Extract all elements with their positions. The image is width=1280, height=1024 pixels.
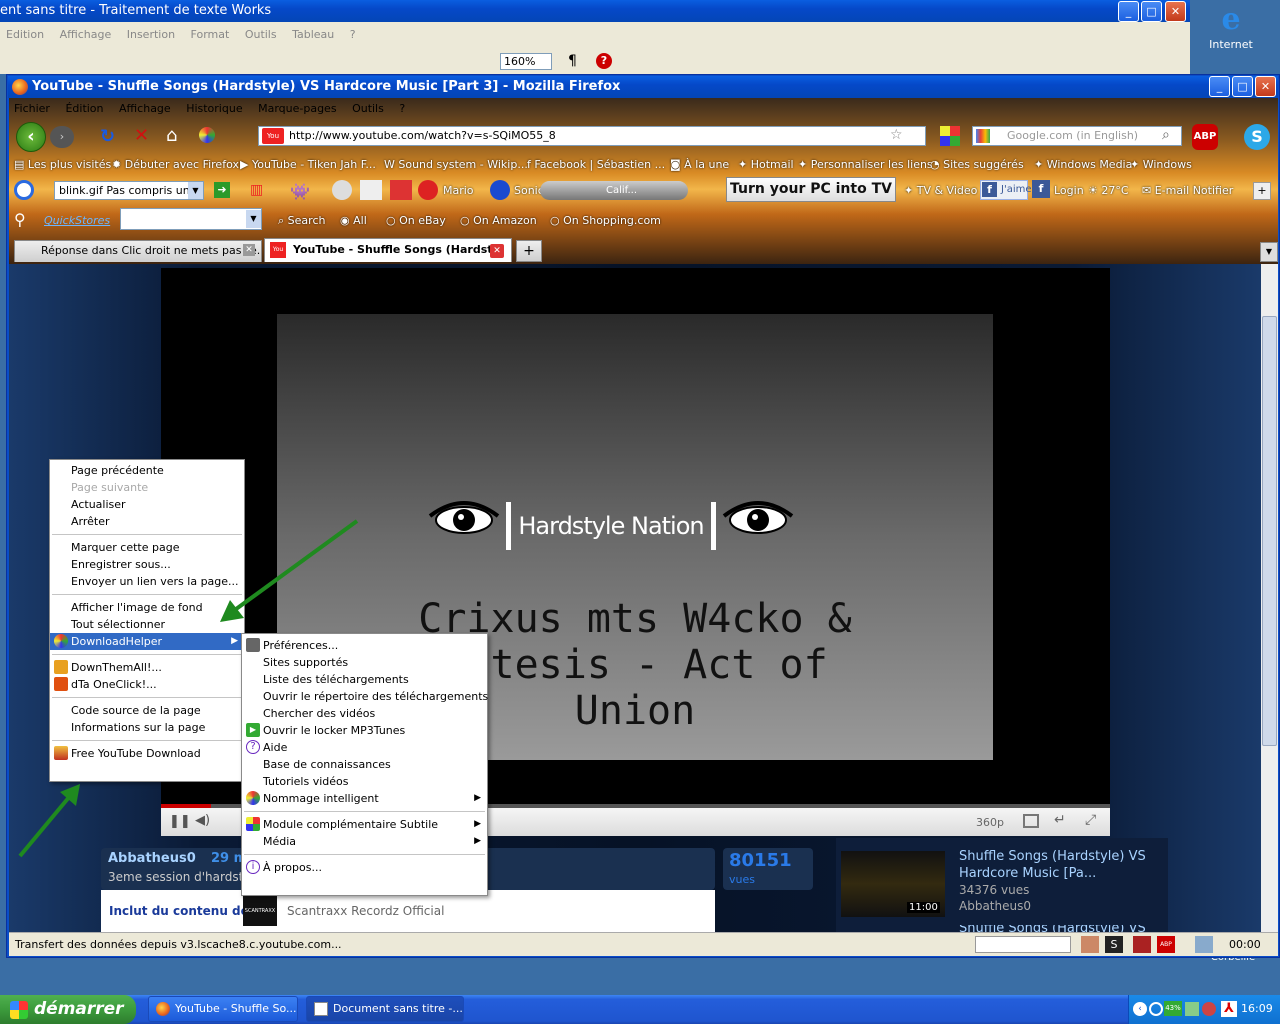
start-label: démarrer [34,999,124,1019]
works-taskbar-icon [314,1002,328,1016]
windows-logo-icon [10,1001,28,1019]
arrow-line-1 [230,519,359,614]
system-tray: ‹ 43% ⅄ 16:09 [1128,995,1280,1024]
battery-indicator[interactable]: 43% [1164,1001,1182,1016]
tray-reader-icon[interactable]: ⅄ [1221,1001,1237,1017]
tray-search-icon[interactable] [1149,1002,1163,1016]
arrow-line-2 [18,794,72,858]
arrow-head-1 [220,600,244,622]
annotation-arrows [18,519,359,858]
tray-expand-icon[interactable]: ‹ [1133,1002,1147,1016]
taskbar-item-firefox[interactable]: YouTube - Shuffle So... [148,996,298,1022]
tray-icon-red[interactable] [1202,1002,1216,1016]
tray-clock: 16:09 [1241,1002,1273,1015]
taskbar-item-label: YouTube - Shuffle So... [175,1002,297,1015]
taskbar-item-works[interactable]: Document sans titre -... [306,996,464,1022]
tray-network-icon[interactable] [1185,1002,1199,1016]
taskbar-item-label: Document sans titre -... [333,1002,463,1015]
firefox-taskbar-icon [156,1002,170,1016]
